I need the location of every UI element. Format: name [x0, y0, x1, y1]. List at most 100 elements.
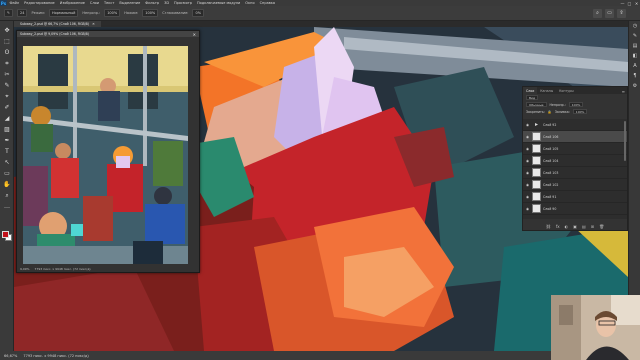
search-icon[interactable]: ⌕: [593, 8, 602, 18]
paragraph-icon[interactable]: ¶: [629, 71, 640, 81]
properties-icon[interactable]: ▤: [629, 41, 640, 51]
tab-paths[interactable]: Контуры: [556, 87, 577, 94]
layer-row[interactable]: ◉ Слой 105: [523, 143, 627, 155]
panel-menu-icon[interactable]: ≡: [622, 89, 627, 94]
close-button[interactable]: ✕: [633, 1, 640, 6]
character-icon[interactable]: A: [629, 61, 640, 71]
more-tools-icon[interactable]: …: [0, 201, 14, 212]
menu-help[interactable]: Справка: [257, 1, 277, 5]
brush-icon: ✎: [7, 11, 10, 15]
layer-name: Слой 91: [543, 194, 557, 199]
eyedropper-tool-icon[interactable]: ⌖: [0, 91, 14, 102]
mode-label: Режим:: [31, 11, 45, 15]
eraser-tool-icon[interactable]: ◢: [0, 113, 14, 124]
visibility-eye-icon[interactable]: ◉: [525, 195, 530, 199]
layer-list-scrollbar[interactable]: [624, 121, 626, 161]
zoom-tool-icon[interactable]: ⌕: [0, 190, 14, 201]
visibility-eye-icon[interactable]: ◉: [525, 147, 530, 151]
settings-icon[interactable]: ⚙: [629, 81, 640, 91]
tab-layers[interactable]: Слои: [523, 87, 538, 94]
flow-field[interactable]: 100%: [142, 9, 159, 17]
delete-layer-icon[interactable]: 🗑: [599, 224, 604, 229]
move-tool-icon[interactable]: ✥: [0, 25, 14, 36]
shape-tool-icon[interactable]: ▭: [0, 168, 14, 179]
layer-row-selected[interactable]: ◉ Слой 106: [523, 131, 627, 143]
maximize-button[interactable]: □: [626, 1, 633, 6]
layer-mask-icon[interactable]: ▣: [573, 224, 577, 229]
close-icon[interactable]: ✕: [193, 32, 196, 37]
brush-tool-icon[interactable]: ✎: [0, 80, 14, 91]
tab-channels[interactable]: Каналы: [537, 87, 556, 94]
minimize-button[interactable]: —: [619, 1, 626, 6]
new-group-icon[interactable]: ▤: [582, 224, 586, 229]
menu-edit[interactable]: Редактирование: [22, 1, 58, 5]
menu-image[interactable]: Изображение: [57, 1, 87, 5]
visibility-eye-icon[interactable]: ◉: [525, 123, 530, 127]
second-view-titlebar[interactable]: Subway_2.psd @ 9,09% (Слой 106, RGB/8) ✕: [17, 31, 199, 37]
fill-field[interactable]: 100%: [572, 109, 588, 114]
menu-filter[interactable]: Фильтр: [143, 1, 162, 5]
lock-row: Закрепить: 🔒 Заливка: 100%: [523, 108, 627, 115]
opacity-field[interactable]: 100%: [104, 9, 121, 17]
smoothing-field[interactable]: 0%: [192, 9, 205, 17]
adjustments-icon[interactable]: ◧: [629, 51, 640, 61]
menu-plugins[interactable]: Подключаемые модули: [194, 1, 242, 5]
pen-tool-icon[interactable]: ✒: [0, 135, 14, 146]
menu-view[interactable]: Просмотр: [172, 1, 195, 5]
smoothing-label: Сглаживание:: [162, 11, 189, 15]
layer-name: Слой 105: [543, 146, 559, 151]
lock-icon[interactable]: 🔒: [548, 110, 552, 114]
layer-opacity-label: Непрозр.:: [549, 102, 566, 107]
share-icon[interactable]: ⇪: [617, 8, 626, 18]
menu-type[interactable]: Текст: [102, 1, 117, 5]
full-artwork-preview: [23, 46, 188, 289]
pencil-tool-icon[interactable]: ✐: [0, 102, 14, 113]
layer-row[interactable]: ◉ Слой 91: [523, 191, 627, 203]
visibility-eye-icon[interactable]: ◉: [525, 207, 530, 211]
second-view-window[interactable]: Subway_2.psd @ 9,09% (Слой 106, RGB/8) ✕: [16, 30, 200, 273]
layer-filter-select[interactable]: Вид: [526, 95, 539, 100]
layer-row[interactable]: ◉ ▸ Слой 92: [523, 119, 627, 131]
new-layer-icon[interactable]: ⊞: [591, 224, 594, 229]
layer-row[interactable]: ◉ Слой 104: [523, 155, 627, 167]
status-zoom[interactable]: 66,67%: [4, 354, 17, 358]
menu-select[interactable]: Выделение: [117, 1, 143, 5]
document-tab-title: Subway_2.psd @ 66,7% (Слой 106, RGB/8): [20, 22, 90, 26]
history-icon[interactable]: ◷: [629, 21, 640, 31]
close-icon[interactable]: ✕: [92, 22, 95, 26]
gradient-tool-icon[interactable]: ▨: [0, 124, 14, 135]
layer-thumbnail: [532, 132, 541, 141]
path-select-tool-icon[interactable]: ↖: [0, 157, 14, 168]
brush-settings-icon[interactable]: ✎: [629, 31, 640, 41]
layer-row[interactable]: ◉ Слой 90: [523, 203, 627, 215]
visibility-eye-icon[interactable]: ◉: [525, 135, 530, 139]
lasso-tool-icon[interactable]: ʘ: [0, 47, 14, 58]
link-layers-icon[interactable]: ⛓: [546, 224, 551, 229]
visibility-eye-icon[interactable]: ◉: [525, 183, 530, 187]
menu-window[interactable]: Окно: [243, 1, 257, 5]
layer-row[interactable]: ◉ Слой 103: [523, 167, 627, 179]
layer-row[interactable]: ◉ Слой 102: [523, 179, 627, 191]
quick-select-tool-icon[interactable]: ⌗: [0, 58, 14, 69]
visibility-eye-icon[interactable]: ◉: [525, 171, 530, 175]
adjustment-layer-icon[interactable]: ◐: [565, 224, 569, 229]
visibility-eye-icon[interactable]: ◉: [525, 159, 530, 163]
hand-tool-icon[interactable]: ✋: [0, 179, 14, 190]
layer-opacity-field[interactable]: 100%: [568, 102, 584, 107]
menu-3d[interactable]: 3D: [162, 1, 172, 5]
menu-layers[interactable]: Слои: [87, 1, 101, 5]
layer-style-icon[interactable]: fx: [556, 224, 560, 229]
layers-panel: Слои Каналы Контуры ≡ Вид Обычные Непроз…: [522, 86, 628, 231]
layer-filter-row: Вид: [523, 94, 627, 101]
type-tool-icon[interactable]: T: [0, 146, 14, 157]
crop-tool-icon[interactable]: ✂: [0, 69, 14, 80]
mode-select[interactable]: Нормальный: [48, 9, 79, 17]
marquee-tool-icon[interactable]: ⬚: [0, 36, 14, 47]
foreground-color-swatch[interactable]: [2, 231, 9, 238]
layers-panel-tabs: Слои Каналы Контуры ≡: [523, 87, 627, 94]
brush-preset-picker[interactable]: ✎: [4, 9, 13, 17]
menu-file[interactable]: Файл: [7, 1, 22, 5]
brush-size-field[interactable]: 24: [17, 9, 28, 17]
blend-mode-select[interactable]: Обычные: [526, 102, 547, 107]
workspace-icon[interactable]: ▭: [605, 8, 614, 18]
